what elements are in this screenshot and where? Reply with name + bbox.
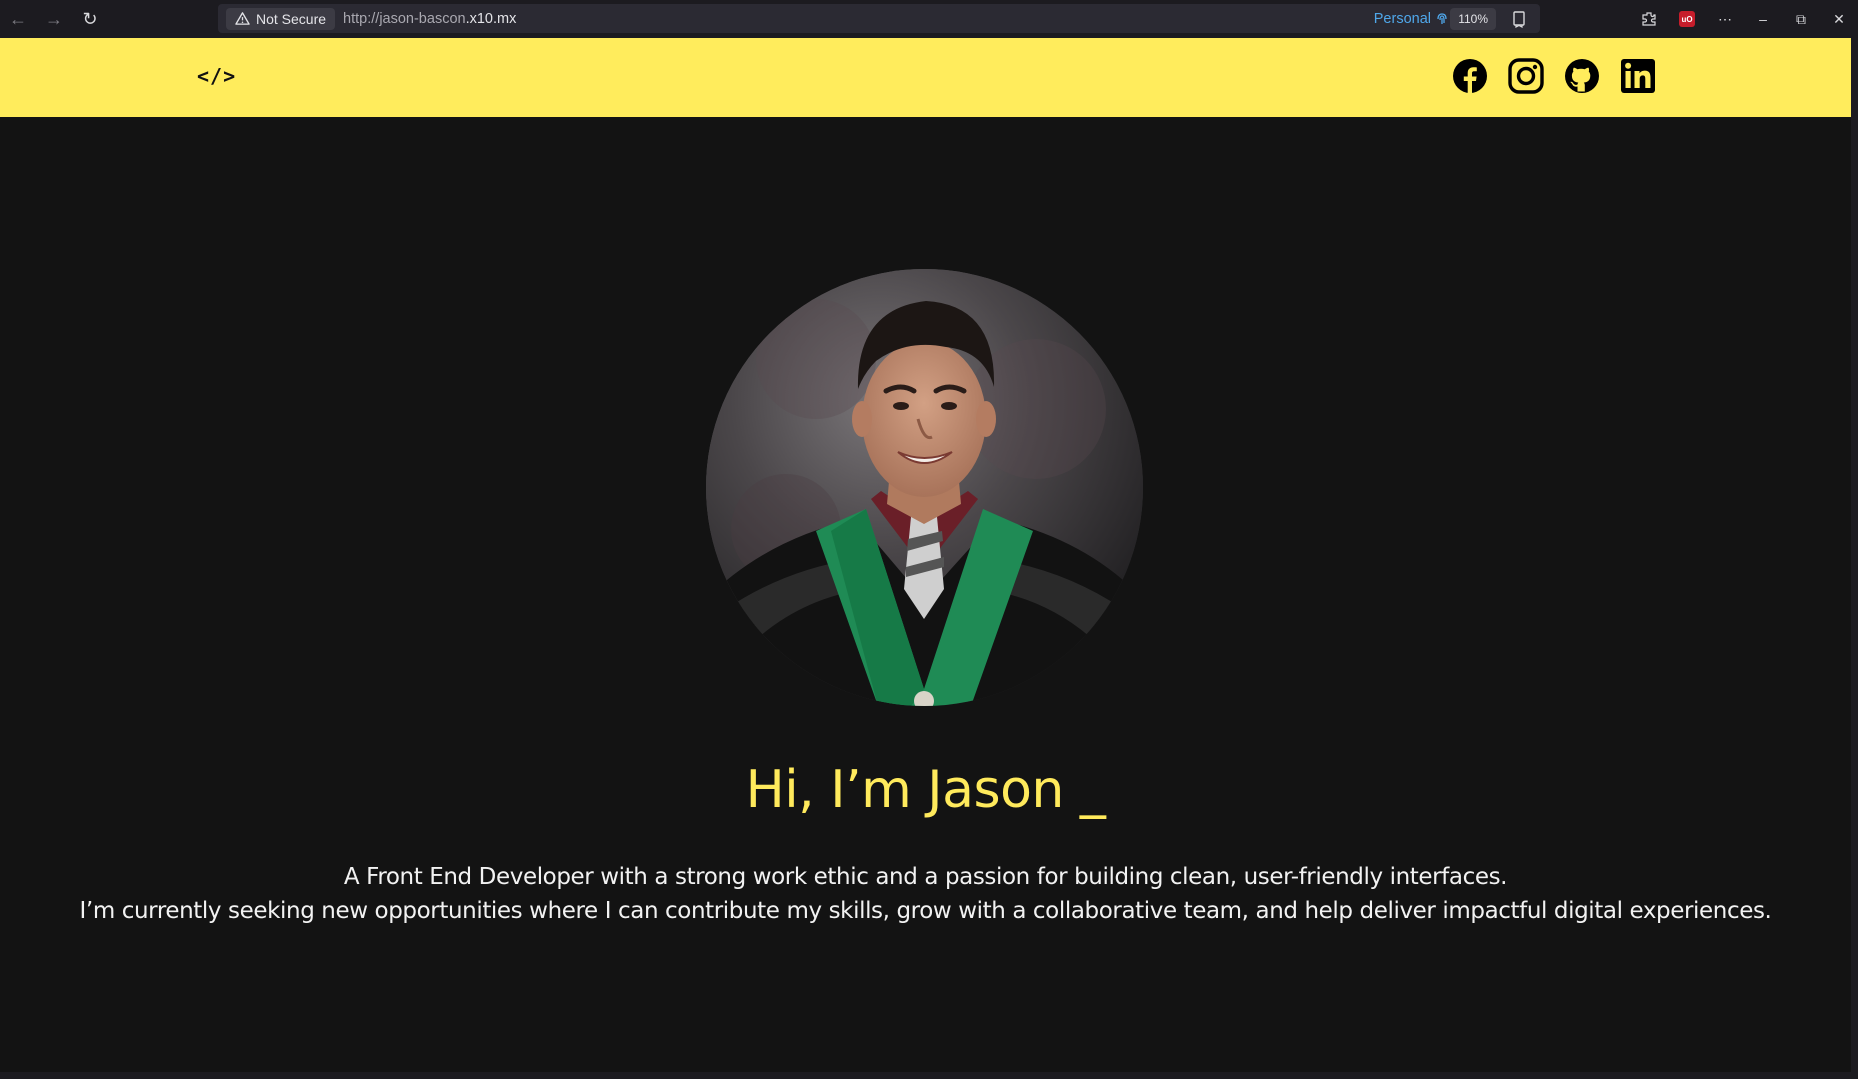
address-bar[interactable]: Not Secure http://jason-bascon.x10.mx Pe…	[218, 4, 1540, 33]
github-icon	[1565, 59, 1599, 93]
forward-button[interactable]: →	[36, 0, 72, 38]
fingerprint-icon	[1437, 12, 1447, 24]
facebook-link[interactable]	[1452, 58, 1488, 94]
url-text[interactable]: http://jason-bascon.x10.mx	[343, 11, 516, 27]
zoom-indicator[interactable]: 110%	[1450, 7, 1496, 30]
horizontal-scrollbar[interactable]	[0, 1072, 1858, 1079]
hero-headline: Hi, I’m Jason _	[745, 760, 1106, 820]
bio-line-1: A Front End Developer with a strong work…	[343, 864, 1508, 890]
vertical-scrollbar[interactable]	[1851, 38, 1858, 1079]
site-header: </>	[0, 38, 1851, 117]
instagram-icon	[1508, 58, 1544, 94]
close-window-button[interactable]: ✕	[1820, 0, 1858, 38]
site-logo[interactable]: </>	[197, 64, 236, 88]
linkedin-link[interactable]	[1620, 58, 1656, 94]
container-label: Personal	[1373, 10, 1431, 27]
url-domain: .x10.mx	[465, 10, 517, 27]
linkedin-icon	[1621, 59, 1655, 93]
social-links	[1452, 58, 1656, 94]
container-indicator[interactable]: Personal	[1374, 11, 1448, 27]
security-label: Not Secure	[256, 10, 327, 27]
restore-button[interactable]: ⧉	[1782, 0, 1820, 38]
warning-icon	[235, 12, 250, 25]
extensions-icon[interactable]	[1630, 0, 1668, 38]
bio-line-2: I’m currently seeking new opportunities …	[79, 898, 1772, 924]
instagram-link[interactable]	[1508, 58, 1544, 94]
facebook-icon	[1453, 59, 1487, 94]
browser-toolbar: ← → ↻ Not Secure http://jason-bascon.x10…	[0, 0, 1858, 38]
github-link[interactable]	[1564, 58, 1600, 94]
back-button[interactable]: ←	[0, 0, 36, 38]
more-menu-icon[interactable]: ⋯	[1706, 0, 1744, 38]
minimize-button[interactable]: –	[1744, 0, 1782, 38]
reader-view-icon[interactable]	[1510, 10, 1528, 28]
ublock-extension-icon[interactable]: uO	[1668, 0, 1706, 38]
reload-button[interactable]: ↻	[72, 0, 108, 38]
url-prefix: http://jason-bascon	[343, 10, 466, 27]
profile-photo-illustration	[706, 269, 1143, 706]
page-viewport: </> Hi, I’m Jason _ A Front End Develope…	[0, 38, 1851, 1072]
profile-photo	[706, 269, 1143, 706]
security-indicator[interactable]: Not Secure	[226, 7, 336, 30]
hero-bio: A Front End Developer with a strong work…	[0, 860, 1851, 928]
window-controls: uO ⋯ – ⧉ ✕	[1630, 0, 1858, 38]
